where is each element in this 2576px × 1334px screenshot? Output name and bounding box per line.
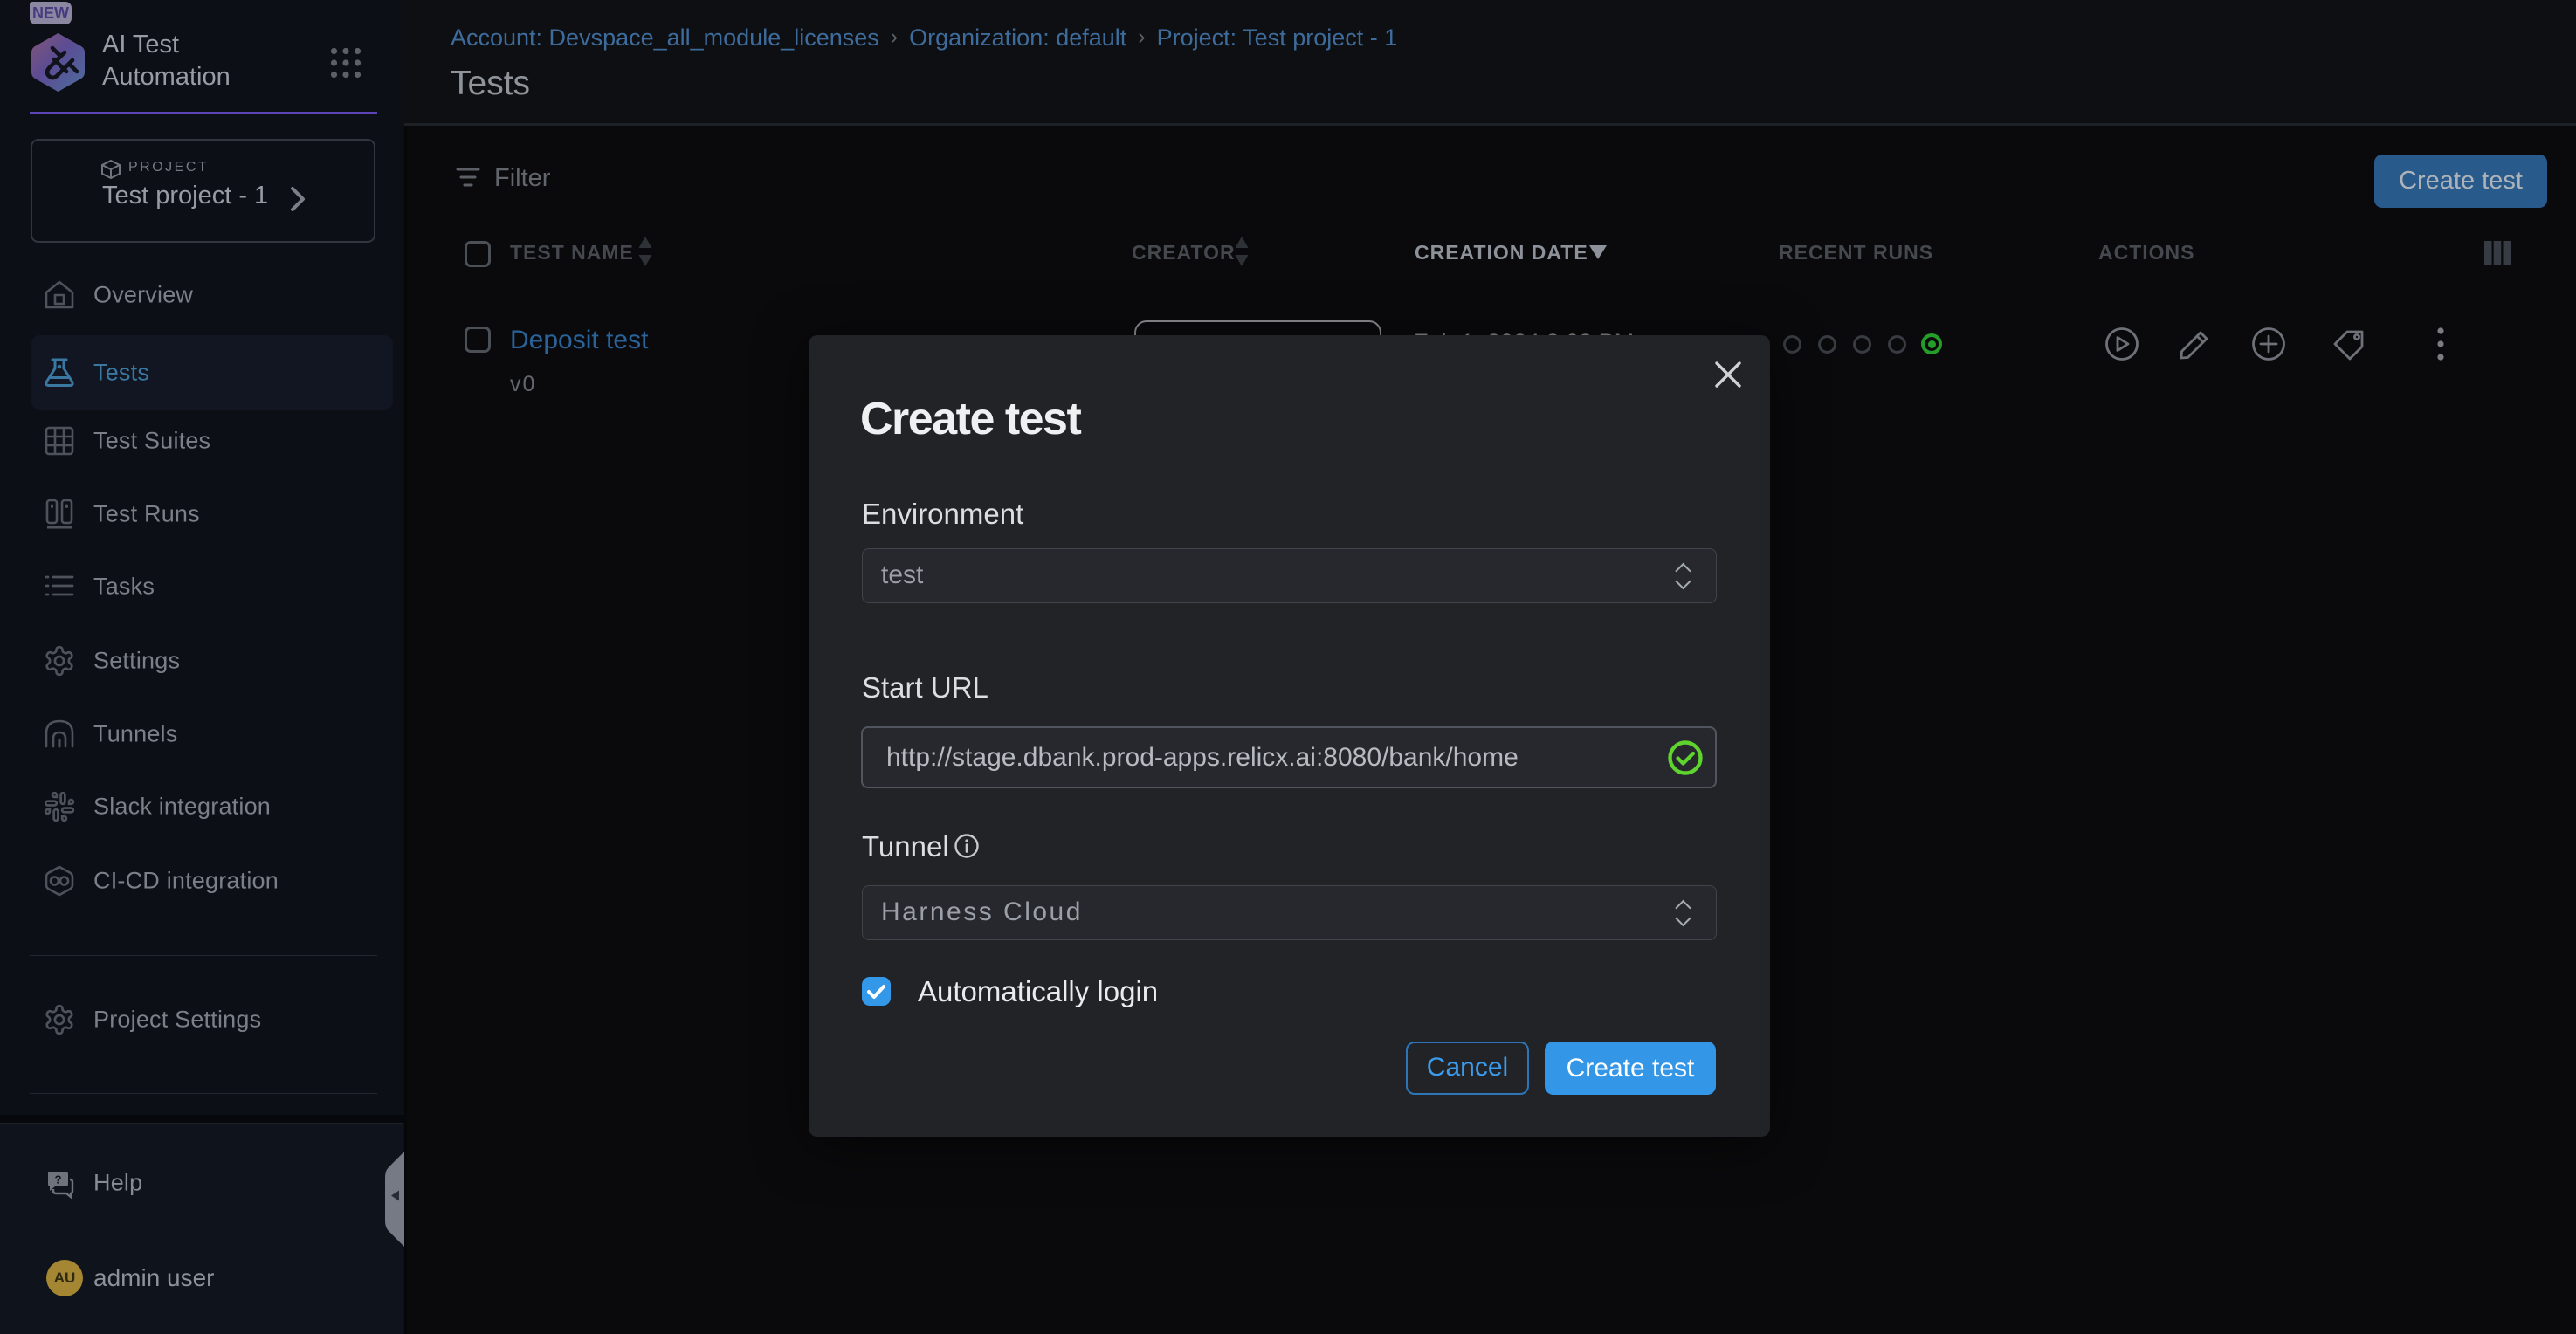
svg-text:?: ? <box>55 1173 62 1186</box>
